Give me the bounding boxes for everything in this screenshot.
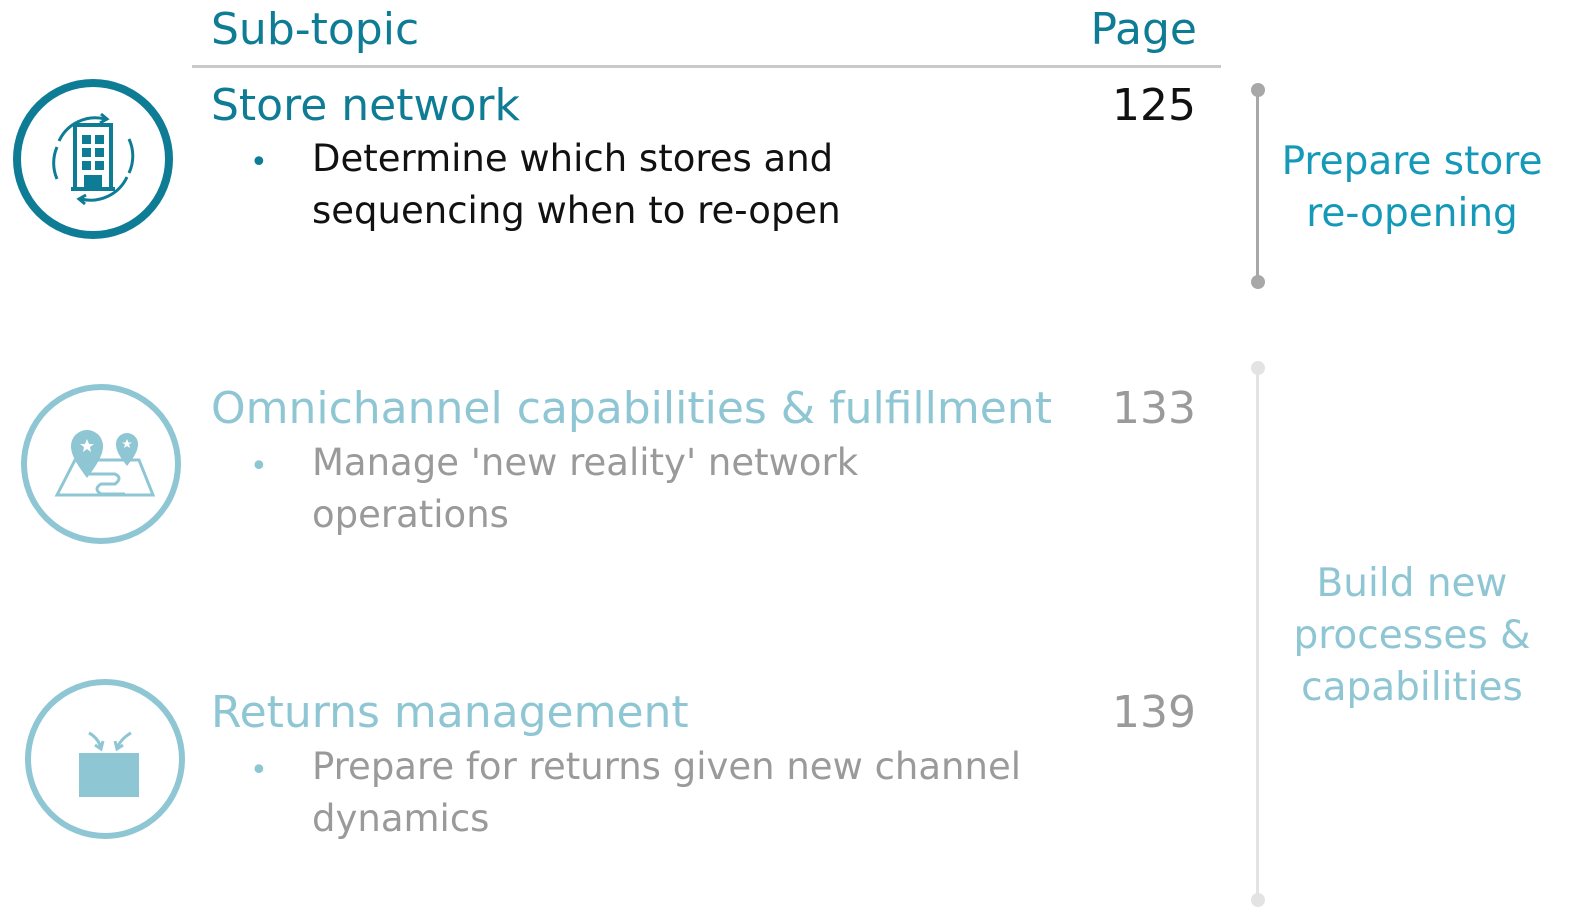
page-header: Page [1090,4,1197,55]
topic-description-line-1: Manage 'new reality' network [312,441,859,484]
phase-label-line: capabilities [1301,665,1523,710]
phase-label-line: Prepare store [1281,139,1543,184]
phase-label-line: re-opening [1306,191,1518,236]
bracket-dot-bottom [1251,893,1265,907]
topic-description-line-2: sequencing when to re-open [312,189,841,232]
header-divider [192,65,1221,68]
topic-title: Returns management [211,687,689,738]
bullet-marker: • [250,753,268,788]
bracket-dot-bottom [1251,275,1265,289]
bullet-marker: • [250,449,268,484]
topic-page-number: 133 [1112,383,1196,434]
store-cycle-icon [13,79,173,239]
return-box-icon [25,679,185,839]
phase-label-build: Build new processes & capabilities [1267,558,1557,714]
bullet-marker: • [250,145,268,180]
topic-page-number: 139 [1112,687,1196,738]
topic-description-line-2: dynamics [312,797,490,840]
phase-label-line: Build new [1316,561,1508,606]
phase-label-prepare: Prepare store re-opening [1267,136,1557,240]
subtopic-header: Sub-topic [211,4,420,55]
topic-page-number: 125 [1112,80,1196,131]
phase-label-line: processes & [1293,613,1531,658]
topic-description-line-1: Determine which stores and [312,137,834,180]
topic-description-line-1: Prepare for returns given new channel [312,745,1021,788]
bracket-line [1256,368,1259,898]
topic-title: Omnichannel capabilities & fulfillment [211,383,1052,434]
bracket-line [1256,90,1259,282]
topic-title: Store network [211,80,520,131]
topic-description-line-2: operations [312,493,509,536]
map-pins-icon [21,384,181,544]
